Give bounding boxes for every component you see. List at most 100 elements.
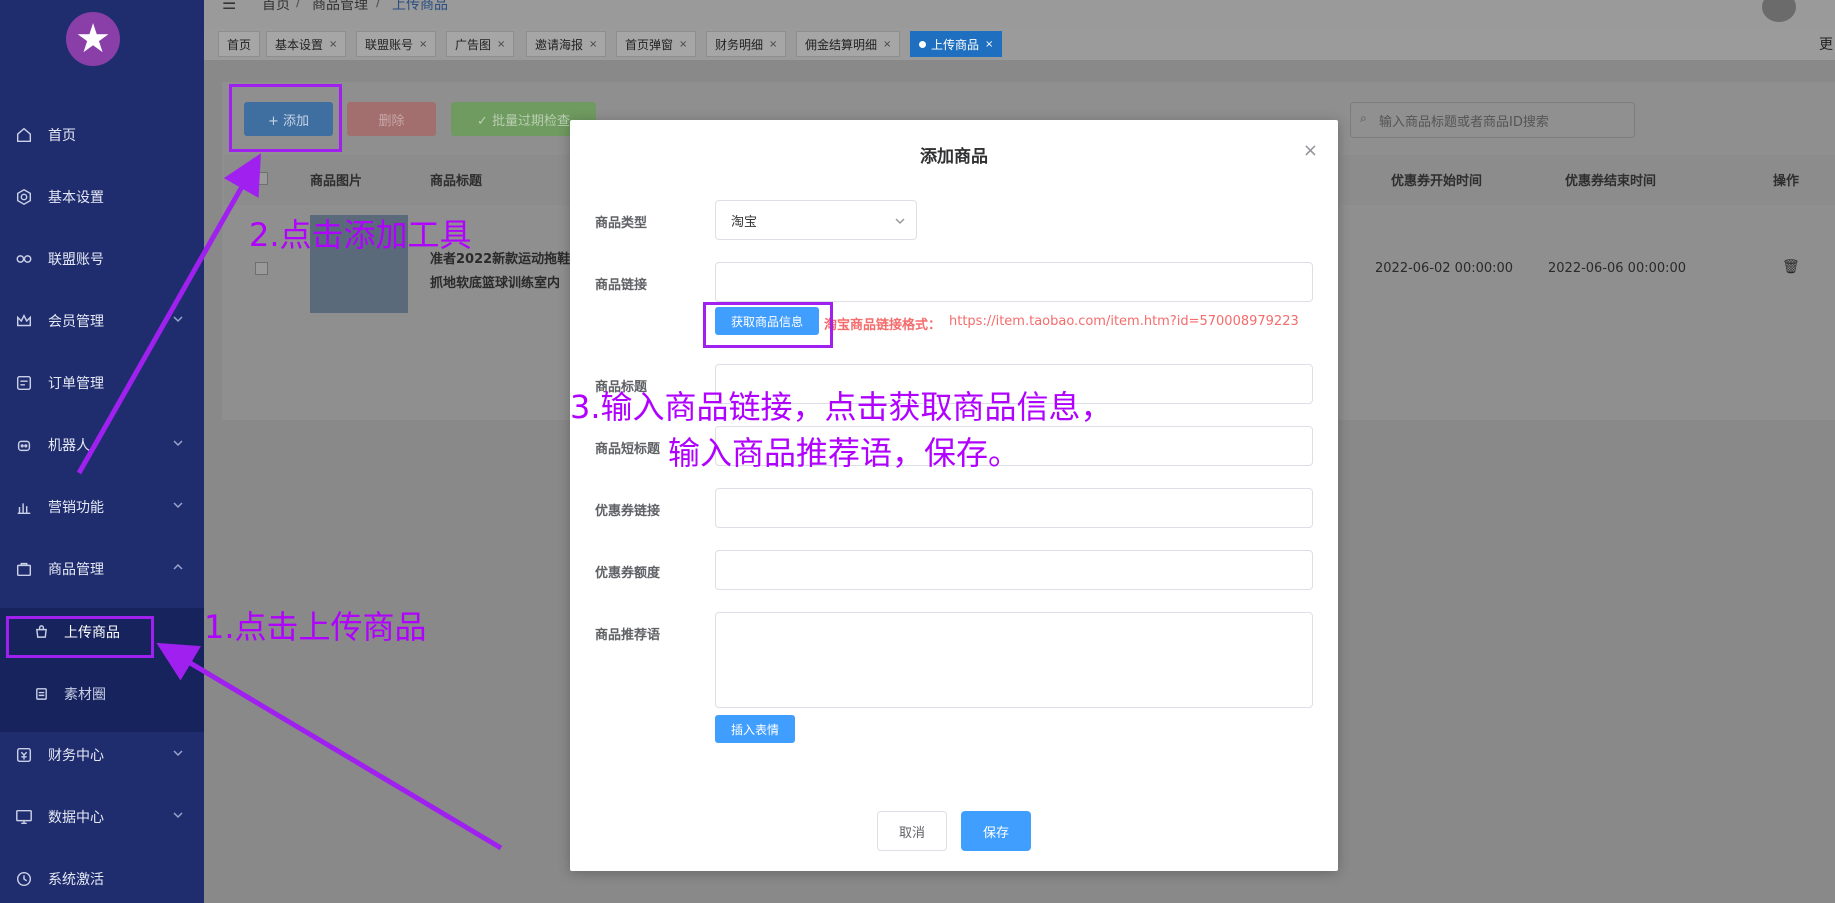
chevron-down-icon	[172, 313, 184, 325]
coupon-link-input[interactable]	[715, 488, 1313, 528]
tag-label: 首页弹窗	[625, 37, 674, 52]
label-recommend: 商品推荐语	[595, 628, 661, 643]
more-tags[interactable]: 更	[1819, 34, 1833, 54]
sidebar-item-settings[interactable]: 基本设置	[0, 177, 204, 217]
tag-finance-detail[interactable]: 财务明细 ×	[706, 31, 787, 57]
row-title-line2: 抓地软底篮球训练室内	[430, 276, 561, 291]
close-icon[interactable]: ×	[329, 39, 337, 50]
sidebar-item-members[interactable]: 会员管理	[0, 301, 204, 341]
cancel-button[interactable]: 取消	[877, 811, 947, 851]
link-icon	[14, 249, 34, 269]
close-icon[interactable]: ×	[1303, 140, 1318, 161]
label-coupon-link: 优惠券链接	[595, 504, 661, 519]
breadcrumb-level2: 上传商品	[392, 0, 448, 13]
coupon-amount-input[interactable]	[715, 550, 1313, 590]
home-icon	[14, 125, 34, 145]
sidebar-item-material[interactable]: 素材圈	[0, 674, 204, 714]
breadcrumb-sep: /	[376, 0, 381, 10]
trash-icon[interactable]: 🗑	[1782, 259, 1800, 275]
tag-label: 佣金结算明细	[805, 37, 878, 52]
close-icon[interactable]: ×	[589, 39, 597, 50]
top-bar: ☰ 首页 / 商品管理 / 上传商品	[204, 0, 1835, 28]
chevron-down-icon	[172, 499, 184, 511]
select-value: 淘宝	[731, 214, 758, 230]
robot-icon	[14, 435, 34, 455]
sidebar-item-label: 会员管理	[48, 314, 104, 330]
sidebar-item-label: 系统激活	[48, 872, 104, 888]
sidebar-item-goods[interactable]: 商品管理	[0, 549, 204, 589]
goods-icon	[14, 559, 34, 579]
link-format-hint-url: https://item.taobao.com/item.htm?id=5700…	[949, 314, 1299, 329]
close-icon[interactable]: ×	[497, 39, 505, 50]
goods-link-input[interactable]	[715, 262, 1313, 302]
logo: ★	[66, 12, 120, 66]
sidebar-item-label: 基本设置	[48, 190, 104, 206]
header-coupon-start: 优惠券开始时间	[1391, 174, 1483, 189]
label-coupon-amount: 优惠券额度	[595, 566, 661, 581]
row-coupon-start: 2022-06-02 00:00:00	[1375, 261, 1514, 276]
active-dot	[919, 40, 926, 48]
close-icon[interactable]: ×	[769, 39, 777, 50]
sidebar-item-label: 营销功能	[48, 500, 104, 516]
header-title: 商品标题	[430, 174, 483, 189]
sidebar-item-data[interactable]: 数据中心	[0, 797, 204, 837]
activate-icon	[14, 869, 34, 889]
recommend-textarea[interactable]	[715, 612, 1313, 708]
sidebar-item-orders[interactable]: 订单管理	[0, 363, 204, 403]
tag-banner[interactable]: 广告图 ×	[446, 31, 515, 57]
delete-button[interactable]: 删除	[347, 102, 436, 136]
sidebar-item-alliance[interactable]: 联盟账号	[0, 239, 204, 279]
row-checkbox[interactable]	[255, 262, 268, 275]
close-icon[interactable]: ×	[419, 39, 427, 50]
sidebar-item-label: 联盟账号	[48, 252, 104, 268]
tag-label: 联盟账号	[365, 37, 414, 52]
save-button[interactable]: 保存	[961, 811, 1031, 851]
label-short-title: 商品短标题	[595, 442, 661, 457]
tag-label: 广告图	[455, 37, 492, 52]
annotation-box-add	[229, 84, 342, 152]
sidebar-item-robot[interactable]: 机器人	[0, 425, 204, 465]
sidebar-item-activate[interactable]: 系统激活	[0, 859, 204, 899]
insert-emoji-button[interactable]: 插入表情	[715, 715, 795, 743]
link-format-hint-label: 淘宝商品链接格式：	[824, 318, 942, 333]
menu-toggle-icon[interactable]: ☰	[222, 0, 236, 13]
tag-commission-detail[interactable]: 佣金结算明细 ×	[796, 31, 901, 57]
star-logo-icon: ★	[75, 16, 111, 62]
add-goods-dialog: 添加商品 × 商品类型 淘宝 商品链接 获取商品信息 淘宝商品链接格式： htt…	[570, 120, 1338, 871]
goods-type-select[interactable]: 淘宝	[715, 200, 917, 240]
breadcrumb-level1[interactable]: 商品管理	[312, 0, 368, 14]
close-icon[interactable]: ×	[679, 39, 687, 50]
monitor-icon	[14, 807, 34, 827]
close-icon[interactable]: ×	[883, 39, 891, 50]
tag-label: 首页	[227, 37, 252, 52]
search-input[interactable]: 输入商品标题或者商品ID搜索	[1350, 102, 1635, 138]
sidebar: ★ 首页 基本设置 联盟账号 会员管理 订单管理 机器人 营销功能 商品管理 上…	[0, 0, 204, 903]
tag-upload-goods[interactable]: 上传商品 ×	[910, 31, 1003, 57]
tag-invite-poster[interactable]: 邀请海报 ×	[526, 31, 607, 57]
label-link: 商品链接	[595, 278, 648, 293]
header-action: 操作	[1773, 174, 1800, 189]
breadcrumb-home[interactable]: 首页	[262, 0, 290, 14]
close-icon[interactable]: ×	[985, 39, 993, 50]
order-icon	[14, 373, 34, 393]
tag-basic-settings[interactable]: 基本设置 ×	[266, 31, 347, 57]
tag-label: 财务明细	[715, 37, 764, 52]
chart-icon	[14, 497, 34, 517]
annotation-box-fetch	[703, 302, 833, 348]
finance-icon	[14, 745, 34, 765]
crown-icon	[14, 311, 34, 331]
sidebar-item-finance[interactable]: 财务中心	[0, 735, 204, 775]
sidebar-item-marketing[interactable]: 营销功能	[0, 487, 204, 527]
chevron-down-icon	[172, 437, 184, 449]
chevron-down-icon	[895, 218, 905, 225]
sidebar-item-home[interactable]: 首页	[0, 115, 204, 155]
avatar[interactable]	[1762, 0, 1796, 22]
sidebar-item-label: 素材圈	[64, 687, 106, 703]
sidebar-item-label: 订单管理	[48, 376, 104, 392]
tag-alliance[interactable]: 联盟账号 ×	[356, 31, 437, 57]
header-coupon-end: 优惠券结束时间	[1565, 174, 1657, 189]
select-all-checkbox[interactable]	[255, 172, 268, 185]
tags-bar: 首页 基本设置 × 联盟账号 × 广告图 × 邀请海报 × 首页弹窗 × 财务明细 × 佣金…	[204, 28, 1835, 60]
tag-home-popup[interactable]: 首页弹窗 ×	[616, 31, 697, 57]
tag-home[interactable]: 首页	[218, 31, 261, 57]
